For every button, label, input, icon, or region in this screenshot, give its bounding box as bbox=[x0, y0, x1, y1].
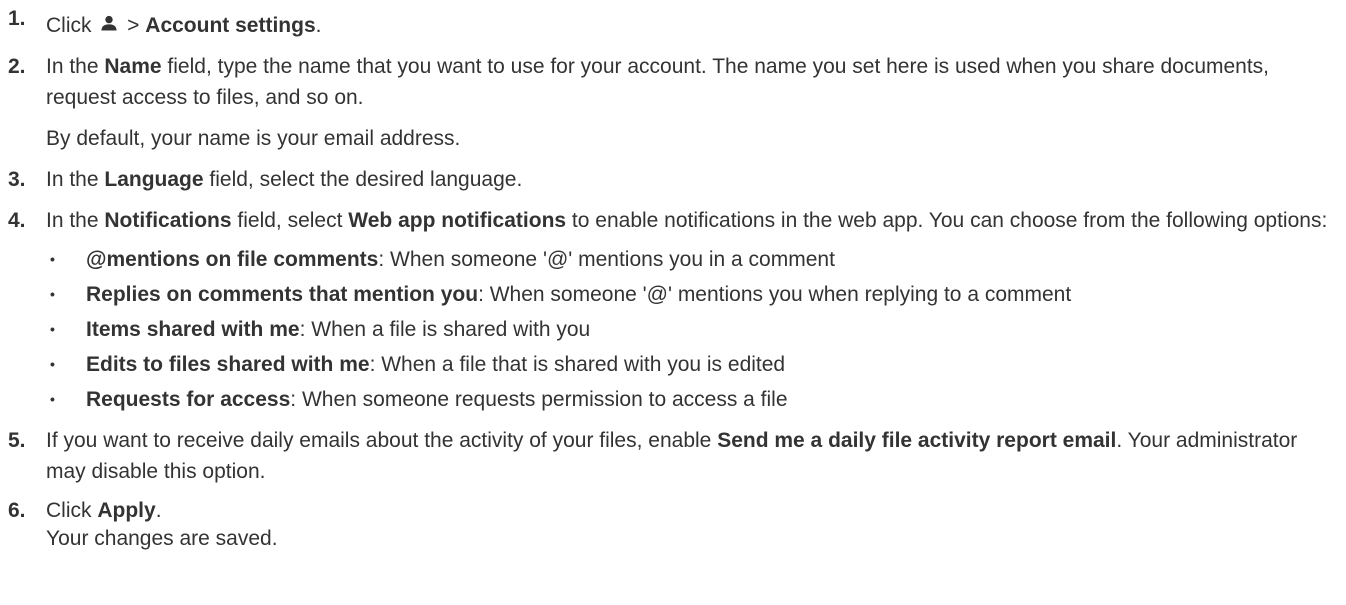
step-paragraph: In the Name field, type the name that yo… bbox=[46, 51, 1338, 113]
bullet: • bbox=[50, 286, 55, 302]
step-text-middle: field, select bbox=[231, 209, 349, 232]
step-paragraph: Click Apply. bbox=[46, 497, 1338, 525]
list-item: • Replies on comments that mention you: W… bbox=[46, 279, 1338, 310]
step-text-end: field, select the desired language. bbox=[203, 168, 523, 191]
step-2: 2. In the Name field, type the name that… bbox=[0, 51, 1346, 154]
user-icon bbox=[100, 9, 118, 31]
step-bold-term: Notifications bbox=[104, 209, 232, 232]
step-bold-term: Send me a daily file activity report ema… bbox=[717, 429, 1117, 452]
option-description: : When someone '@' mentions you in a com… bbox=[378, 248, 835, 271]
step-bold-term: Name bbox=[104, 55, 162, 78]
step-bold-term-2: Web app notifications bbox=[348, 209, 567, 232]
bullet: • bbox=[50, 391, 55, 407]
step-result: Your changes are saved. bbox=[46, 527, 278, 550]
option-name: Items shared with me bbox=[86, 318, 300, 341]
step-number: 1. bbox=[8, 7, 26, 30]
bullet: • bbox=[50, 321, 55, 337]
list-item: • Requests for access: When someone reque… bbox=[46, 384, 1338, 415]
option-description: : When a file is shared with you bbox=[299, 318, 591, 341]
step-number: 3. bbox=[8, 168, 26, 191]
step-text: If you want to receive daily emails abou… bbox=[46, 429, 718, 452]
step-number: 4. bbox=[8, 209, 26, 232]
option-name: Edits to files shared with me bbox=[86, 353, 370, 376]
bullet: • bbox=[50, 356, 55, 372]
bullet: • bbox=[50, 251, 55, 267]
option-description: : When a file that is shared with you is… bbox=[369, 353, 786, 376]
step-bold-term: Apply bbox=[97, 499, 156, 522]
step-separator: > bbox=[121, 14, 146, 37]
notification-options-list: • @mentions on file comments: When someon… bbox=[46, 244, 1338, 415]
step-text-end: to enable notifications in the web app. … bbox=[566, 209, 1328, 232]
step-number: 6. bbox=[8, 499, 26, 522]
step-4: 4. In the Notifications field, select We… bbox=[0, 205, 1346, 415]
list-item: • Edits to files shared with me: When a f… bbox=[46, 349, 1338, 380]
step-note: By default, your name is your email addr… bbox=[46, 127, 461, 150]
step-6: 6. Click Apply. Your changes are saved. bbox=[0, 497, 1346, 553]
option-name: Requests for access bbox=[86, 388, 291, 411]
option-description: : When someone requests permission to ac… bbox=[290, 388, 788, 411]
procedure-steps: 1. Click > Account settings. 2. In the N… bbox=[0, 0, 1346, 553]
step-text: Click bbox=[46, 499, 98, 522]
step-text: In the bbox=[46, 209, 105, 232]
option-name: @mentions on file comments bbox=[86, 248, 379, 271]
list-item: • Items shared with me: When a file is sh… bbox=[46, 314, 1338, 345]
list-item: • @mentions on file comments: When someon… bbox=[46, 244, 1338, 275]
step-text: In the bbox=[46, 168, 105, 191]
step-text-end: field, type the name that you want to us… bbox=[46, 55, 1270, 109]
step-5: 5. If you want to receive daily emails a… bbox=[0, 425, 1346, 487]
step-text-end: . bbox=[315, 14, 322, 37]
step-paragraph: In the Notifications field, select Web a… bbox=[46, 205, 1338, 236]
step-number: 5. bbox=[8, 429, 26, 452]
step-text-end: . bbox=[155, 499, 162, 522]
step-number: 2. bbox=[8, 55, 26, 78]
step-bold-term: Language bbox=[104, 168, 204, 191]
option-description: : When someone '@' mentions you when rep… bbox=[478, 283, 1072, 306]
option-name: Replies on comments that mention you bbox=[86, 283, 479, 306]
step-text: In the bbox=[46, 55, 105, 78]
step-bold-term: Account settings bbox=[145, 14, 316, 37]
step-text: Click bbox=[46, 14, 92, 37]
step-1: 1. Click > Account settings. bbox=[0, 7, 1346, 41]
step-3: 3. In the Language field, select the des… bbox=[0, 164, 1346, 195]
